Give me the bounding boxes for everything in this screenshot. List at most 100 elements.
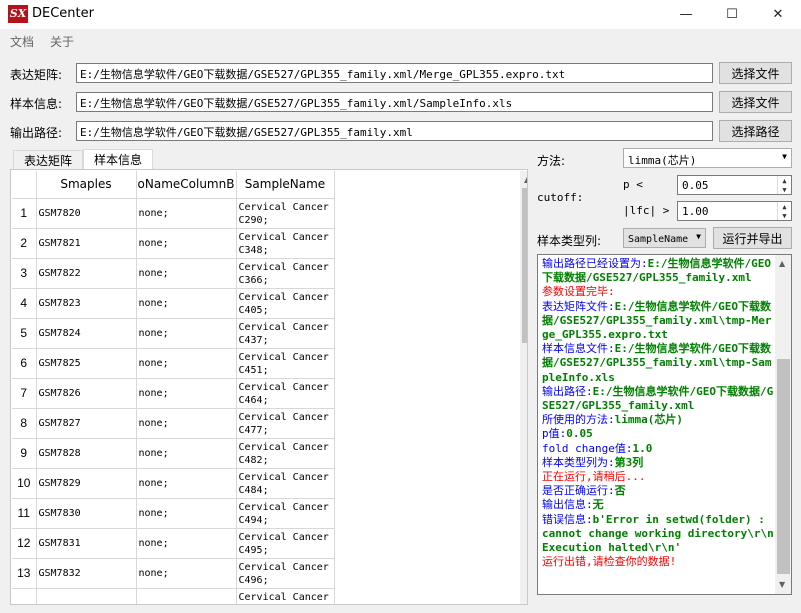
- log-vertical-scrollbar[interactable]: ▲ ▼: [775, 255, 791, 594]
- sample-table[interactable]: Smaples oNameColumnB SampleName 1 GSM7820…: [10, 169, 528, 605]
- expr-select-file-button[interactable]: 选择文件: [719, 62, 792, 84]
- cell-namecolumnb[interactable]: none;: [136, 498, 237, 529]
- cell-namecolumnb[interactable]: none;: [136, 198, 237, 229]
- column-header-samplename[interactable]: SampleName: [236, 171, 335, 199]
- table-row[interactable]: Cervical Cancer: [12, 588, 335, 604]
- table-row[interactable]: 8 GSM7827 none; Cervical Cancer C477;: [12, 408, 335, 439]
- cell-sample-id[interactable]: GSM7827: [36, 408, 137, 439]
- row-number[interactable]: 5: [12, 318, 37, 349]
- cell-sample-id[interactable]: GSM7821: [36, 228, 137, 259]
- row-number[interactable]: 12: [12, 528, 37, 559]
- cell-namecolumnb[interactable]: none;: [136, 438, 237, 469]
- close-button[interactable]: ✕: [755, 0, 801, 29]
- cell-sample-name[interactable]: Cervical Cancer C437;: [236, 318, 335, 349]
- cell-sample-name[interactable]: Cervical Cancer C494;: [236, 498, 335, 529]
- spin-down-icon[interactable]: ▼: [782, 186, 786, 194]
- sample-type-select[interactable]: SampleName ▼: [623, 228, 706, 248]
- row-number[interactable]: [12, 588, 37, 604]
- table-row[interactable]: 12 GSM7831 none; Cervical Cancer C495;: [12, 528, 335, 559]
- cell-sample-id[interactable]: GSM7831: [36, 528, 137, 559]
- table-row[interactable]: 1 GSM7820 none; Cervical Cancer C290;: [12, 198, 335, 229]
- cell-sample-id[interactable]: GSM7829: [36, 468, 137, 499]
- cell-sample-name[interactable]: Cervical Cancer C348;: [236, 228, 335, 259]
- cell-sample-id[interactable]: GSM7828: [36, 438, 137, 469]
- cell-sample-id[interactable]: GSM7823: [36, 288, 137, 319]
- table-row[interactable]: 6 GSM7825 none; Cervical Cancer C451;: [12, 348, 335, 379]
- cell-namecolumnb[interactable]: none;: [136, 468, 237, 499]
- cell-sample-name[interactable]: Cervical Cancer C477;: [236, 408, 335, 439]
- cell-sample-name[interactable]: Cervical Cancer: [236, 588, 335, 604]
- menu-document[interactable]: 文档: [10, 33, 34, 50]
- spin-up-icon[interactable]: ▲: [782, 177, 786, 185]
- cell-namecolumnb[interactable]: none;: [136, 288, 237, 319]
- expr-path-input[interactable]: E:/生物信息学软件/GEO下载数据/GSE527/GPL355_family.…: [76, 63, 713, 83]
- cell-sample-id[interactable]: GSM7822: [36, 258, 137, 289]
- cell-sample-name[interactable]: Cervical Cancer C451;: [236, 348, 335, 379]
- cell-sample-id[interactable]: [36, 588, 137, 604]
- tab-sample-info[interactable]: 样本信息: [83, 149, 153, 169]
- cell-namecolumnb[interactable]: none;: [136, 318, 237, 349]
- cell-sample-name[interactable]: Cervical Cancer C405;: [236, 288, 335, 319]
- table-row[interactable]: 13 GSM7832 none; Cervical Cancer C496;: [12, 558, 335, 589]
- cell-namecolumnb[interactable]: none;: [136, 558, 237, 589]
- cell-sample-name[interactable]: Cervical Cancer C496;: [236, 558, 335, 589]
- cell-sample-id[interactable]: GSM7825: [36, 348, 137, 379]
- cell-sample-id[interactable]: GSM7826: [36, 378, 137, 409]
- run-and-export-button[interactable]: 运行并导出: [713, 227, 792, 249]
- log-output[interactable]: 输出路径已经设置为:E:/生物信息学软件/GEO下载数据/GSE527/GPL3…: [537, 254, 792, 595]
- row-number[interactable]: 9: [12, 438, 37, 469]
- scroll-down-arrow-icon[interactable]: ▼: [779, 580, 785, 589]
- table-row[interactable]: 2 GSM7821 none; Cervical Cancer C348;: [12, 228, 335, 259]
- scroll-up-arrow-icon[interactable]: ▲: [779, 259, 785, 268]
- row-number[interactable]: 7: [12, 378, 37, 409]
- row-number[interactable]: 13: [12, 558, 37, 589]
- table-row[interactable]: 5 GSM7824 none; Cervical Cancer C437;: [12, 318, 335, 349]
- row-number[interactable]: 2: [12, 228, 37, 259]
- table-scroll-thumb[interactable]: [522, 188, 527, 343]
- output-select-path-button[interactable]: 选择路径: [719, 120, 792, 142]
- scroll-up-arrow-icon[interactable]: ▲: [524, 175, 527, 184]
- sample-select-file-button[interactable]: 选择文件: [719, 91, 792, 113]
- cell-sample-name[interactable]: Cervical Cancer C482;: [236, 438, 335, 469]
- row-number[interactable]: 4: [12, 288, 37, 319]
- menu-about[interactable]: 关于: [50, 33, 74, 50]
- row-number[interactable]: 11: [12, 498, 37, 529]
- cell-sample-id[interactable]: GSM7832: [36, 558, 137, 589]
- table-row[interactable]: 4 GSM7823 none; Cervical Cancer C405;: [12, 288, 335, 319]
- column-header-samples[interactable]: Smaples: [36, 171, 137, 199]
- method-select[interactable]: limma(芯片) ▼: [623, 148, 792, 168]
- table-row[interactable]: 10 GSM7829 none; Cervical Cancer C484;: [12, 468, 335, 499]
- cell-namecolumnb[interactable]: [136, 588, 237, 604]
- table-row[interactable]: 7 GSM7826 none; Cervical Cancer C464;: [12, 378, 335, 409]
- p-spin-arrows[interactable]: ▲ ▼: [777, 176, 791, 194]
- cell-namecolumnb[interactable]: none;: [136, 348, 237, 379]
- sample-path-input[interactable]: E:/生物信息学软件/GEO下载数据/GSE527/GPL355_family.…: [76, 92, 713, 112]
- cell-namecolumnb[interactable]: none;: [136, 378, 237, 409]
- spin-up-icon[interactable]: ▲: [782, 203, 786, 211]
- row-number[interactable]: 3: [12, 258, 37, 289]
- table-row[interactable]: 11 GSM7830 none; Cervical Cancer C494;: [12, 498, 335, 529]
- corner-header[interactable]: [12, 171, 37, 199]
- cell-sample-name[interactable]: Cervical Cancer C290;: [236, 198, 335, 229]
- cell-namecolumnb[interactable]: none;: [136, 228, 237, 259]
- cell-sample-id[interactable]: GSM7830: [36, 498, 137, 529]
- table-row[interactable]: 3 GSM7822 none; Cervical Cancer C366;: [12, 258, 335, 289]
- cell-sample-id[interactable]: GSM7820: [36, 198, 137, 229]
- cell-sample-name[interactable]: Cervical Cancer C495;: [236, 528, 335, 559]
- spin-down-icon[interactable]: ▼: [782, 212, 786, 220]
- cell-sample-name[interactable]: Cervical Cancer C484;: [236, 468, 335, 499]
- log-scroll-thumb[interactable]: [777, 359, 790, 574]
- cell-sample-id[interactable]: GSM7824: [36, 318, 137, 349]
- output-path-input[interactable]: E:/生物信息学软件/GEO下载数据/GSE527/GPL355_family.…: [76, 121, 713, 141]
- row-number[interactable]: 8: [12, 408, 37, 439]
- row-number[interactable]: 1: [12, 198, 37, 229]
- minimize-button[interactable]: —: [663, 0, 709, 29]
- table-row[interactable]: 9 GSM7828 none; Cervical Cancer C482;: [12, 438, 335, 469]
- p-value-spinbox[interactable]: 0.05 ▲ ▼: [677, 175, 792, 195]
- cell-namecolumnb[interactable]: none;: [136, 408, 237, 439]
- table-vertical-scrollbar[interactable]: ▲: [520, 171, 527, 604]
- cell-namecolumnb[interactable]: none;: [136, 528, 237, 559]
- row-number[interactable]: 10: [12, 468, 37, 499]
- row-number[interactable]: 6: [12, 348, 37, 379]
- lfc-value-spinbox[interactable]: 1.00 ▲ ▼: [677, 201, 792, 221]
